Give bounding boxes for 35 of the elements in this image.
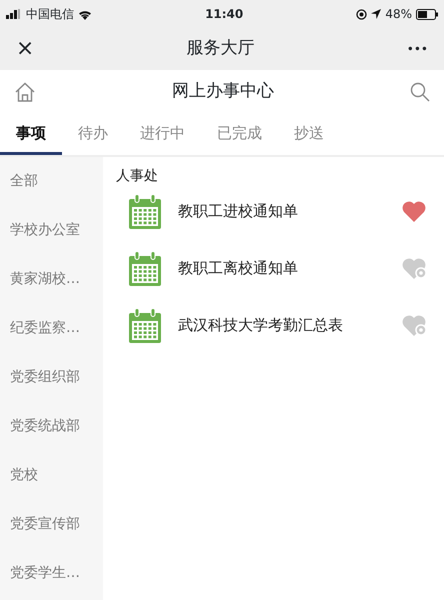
battery-icon [416,8,438,20]
wifi-icon [78,8,92,20]
location-icon [371,9,382,19]
service-item[interactable]: 教职工进校通知单 [178,200,298,223]
sidebar-item[interactable]: 纪委监察… [10,320,80,336]
sidebar-item[interactable]: 党校 [10,467,38,483]
calendar-icon [128,308,162,344]
search-icon[interactable] [410,82,430,102]
sidebar-item[interactable]: 党委学生… [10,565,80,581]
battery-percent: 48% [385,6,412,23]
calendar-icon [128,250,162,286]
clock-time: 11:40 [205,6,244,23]
calendar-icon [128,194,162,230]
sidebar-item[interactable]: 全部 [10,173,38,189]
tab[interactable]: 已完成 [201,114,278,155]
carrier-name: 中国电信 [26,6,74,23]
signal-icon [6,9,22,19]
sidebar-item[interactable]: 党委统战部 [10,418,80,434]
sidebar-item[interactable]: 党委宣传部 [10,516,80,532]
lock-rotation-icon [356,8,368,20]
close-button[interactable]: × [16,38,34,60]
tab[interactable]: 待办 [62,114,124,155]
sidebar-item[interactable]: 党委组织部 [10,369,80,385]
header-title: 网上办事中心 [172,80,274,104]
page-title: 服务大厅 [186,37,254,60]
sidebar-item[interactable]: 黄家湖校… [10,271,80,287]
sidebar-item[interactable]: 学校办公室 [10,222,80,238]
heart-icon[interactable] [402,201,426,222]
service-item[interactable]: 教职工离校通知单 [178,257,298,280]
service-item[interactable]: 武汉科技大学考勤汇总表 [178,314,343,337]
more-button[interactable]: ••• [406,43,428,55]
home-icon[interactable] [14,82,36,102]
section-title: 人事处 [115,167,159,183]
tab[interactable]: 进行中 [124,114,201,155]
tab[interactable]: 抄送 [278,114,340,155]
